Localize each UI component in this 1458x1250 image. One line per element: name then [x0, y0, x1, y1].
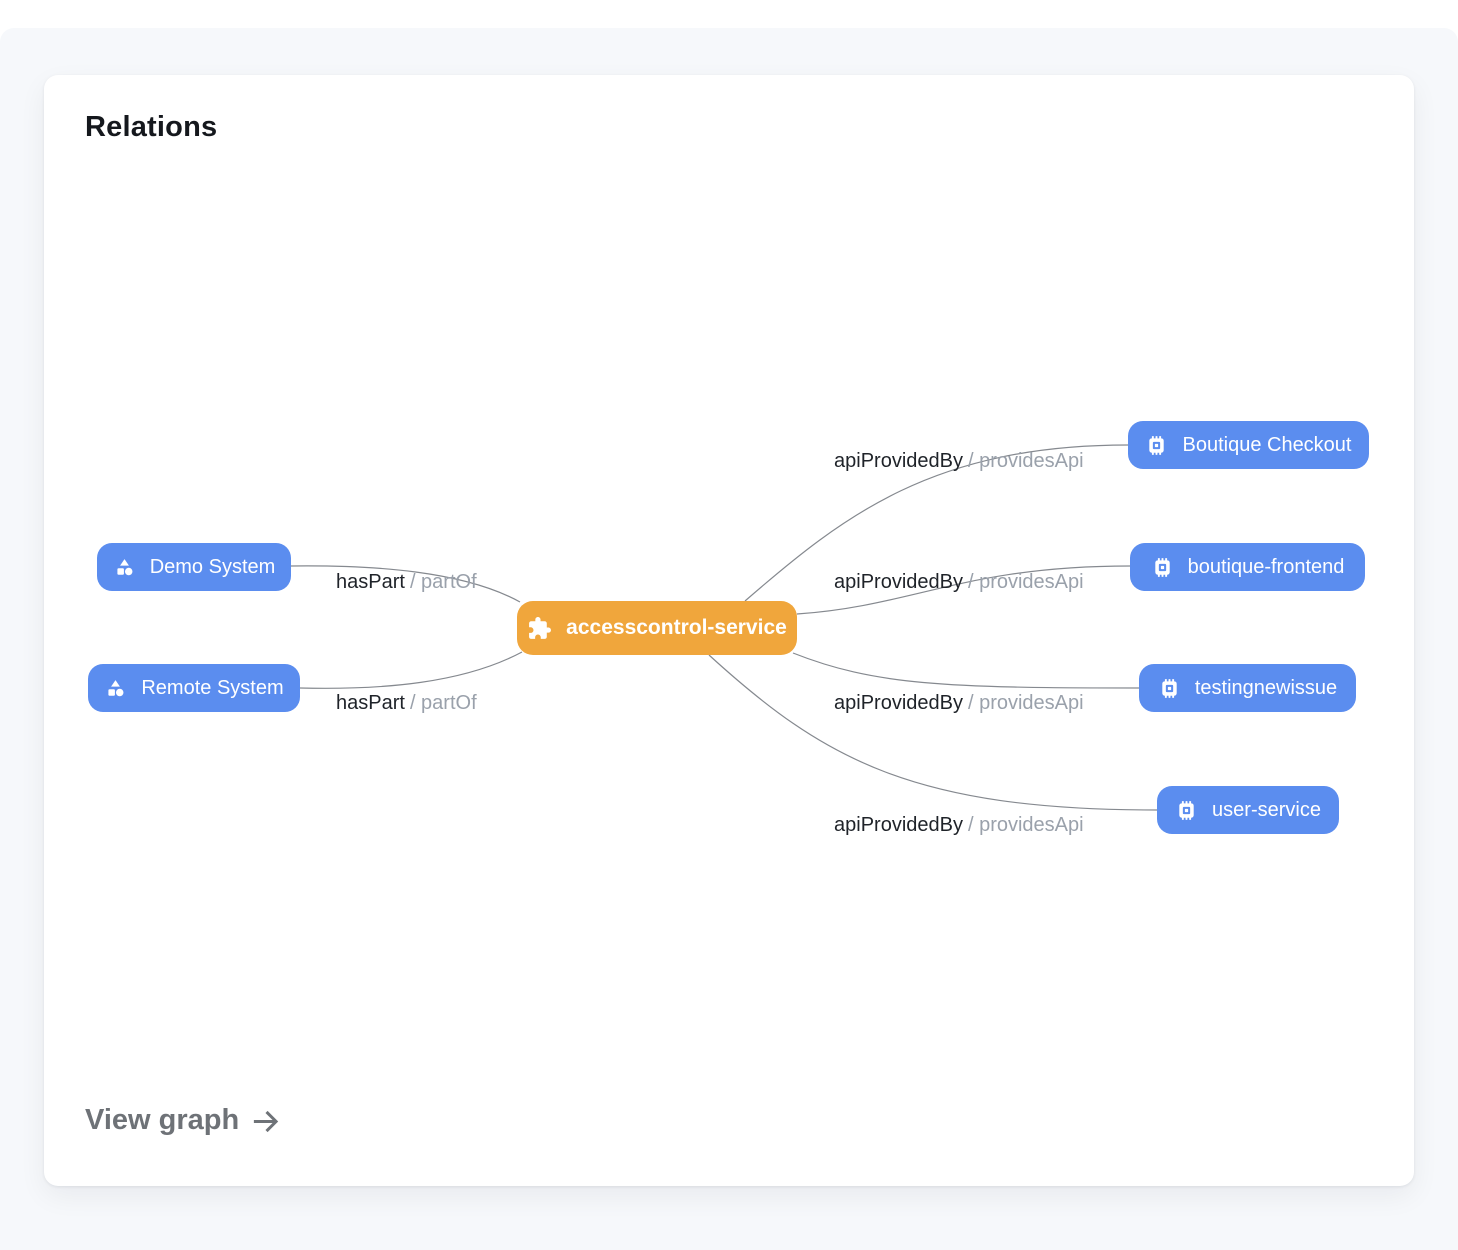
edge-label-primary: apiProvidedBy	[834, 571, 963, 593]
system-shapes-icon	[104, 677, 127, 700]
chip-icon	[1175, 799, 1198, 822]
node-label: Remote System	[141, 677, 283, 700]
edge-label-haspart-demo: hasPart/ partOf	[336, 571, 477, 594]
edge-label-apiprovidedby-frontend: apiProvidedBy/ providesApi	[834, 571, 1084, 594]
node-label: Demo System	[150, 556, 276, 579]
edge-label-apiprovidedby-user: apiProvidedBy/ providesApi	[834, 814, 1084, 837]
node-accesscontrol-service[interactable]: accesscontrol-service	[517, 601, 797, 655]
view-graph-link[interactable]: View graph	[85, 1103, 281, 1137]
edge-label-apiprovidedby-testing: apiProvidedBy/ providesApi	[834, 692, 1084, 715]
edge-label-apiprovidedby-checkout: apiProvidedBy/ providesApi	[834, 450, 1084, 473]
edge-label-primary: apiProvidedBy	[834, 692, 963, 714]
edge-center-to-testing	[793, 653, 1139, 688]
edge-remote-to-center	[300, 652, 522, 688]
chip-icon	[1151, 556, 1174, 579]
edge-label-secondary: / providesApi	[968, 571, 1084, 593]
node-label: Boutique Checkout	[1182, 434, 1351, 457]
edge-label-secondary: / providesApi	[968, 814, 1084, 836]
node-remote-system[interactable]: Remote System	[88, 664, 300, 712]
node-label: user-service	[1212, 799, 1321, 822]
edge-label-haspart-remote: hasPart/ partOf	[336, 692, 477, 715]
system-shapes-icon	[113, 556, 136, 579]
node-boutique-checkout[interactable]: Boutique Checkout	[1128, 421, 1369, 469]
edge-label-secondary: / providesApi	[968, 692, 1084, 714]
relations-card: Relations hasPart/ partOf hasPart/ partO…	[44, 75, 1414, 1186]
chip-icon	[1145, 434, 1168, 457]
edge-label-primary: hasPart	[336, 571, 405, 593]
node-boutique-frontend[interactable]: boutique-frontend	[1130, 543, 1365, 591]
edge-label-secondary: / providesApi	[968, 450, 1084, 472]
relations-graph: hasPart/ partOf hasPart/ partOf apiProvi…	[44, 75, 1414, 1186]
chip-icon	[1158, 677, 1181, 700]
node-user-service[interactable]: user-service	[1157, 786, 1339, 834]
puzzle-icon	[527, 616, 552, 641]
edge-center-to-user	[709, 655, 1157, 810]
screen: Relations hasPart/ partOf hasPart/ partO…	[0, 0, 1458, 1250]
edge-label-primary: hasPart	[336, 692, 405, 714]
node-label: boutique-frontend	[1188, 556, 1345, 579]
node-label: testingnewissue	[1195, 677, 1337, 700]
node-label: accesscontrol-service	[566, 616, 787, 640]
edge-label-secondary: / partOf	[410, 571, 477, 593]
arrow-right-icon	[250, 1103, 281, 1137]
node-testingnewissue[interactable]: testingnewissue	[1139, 664, 1356, 712]
edge-label-secondary: / partOf	[410, 692, 477, 714]
view-graph-label: View graph	[85, 1104, 239, 1137]
node-demo-system[interactable]: Demo System	[97, 543, 291, 591]
edge-label-primary: apiProvidedBy	[834, 450, 963, 472]
edge-label-primary: apiProvidedBy	[834, 814, 963, 836]
